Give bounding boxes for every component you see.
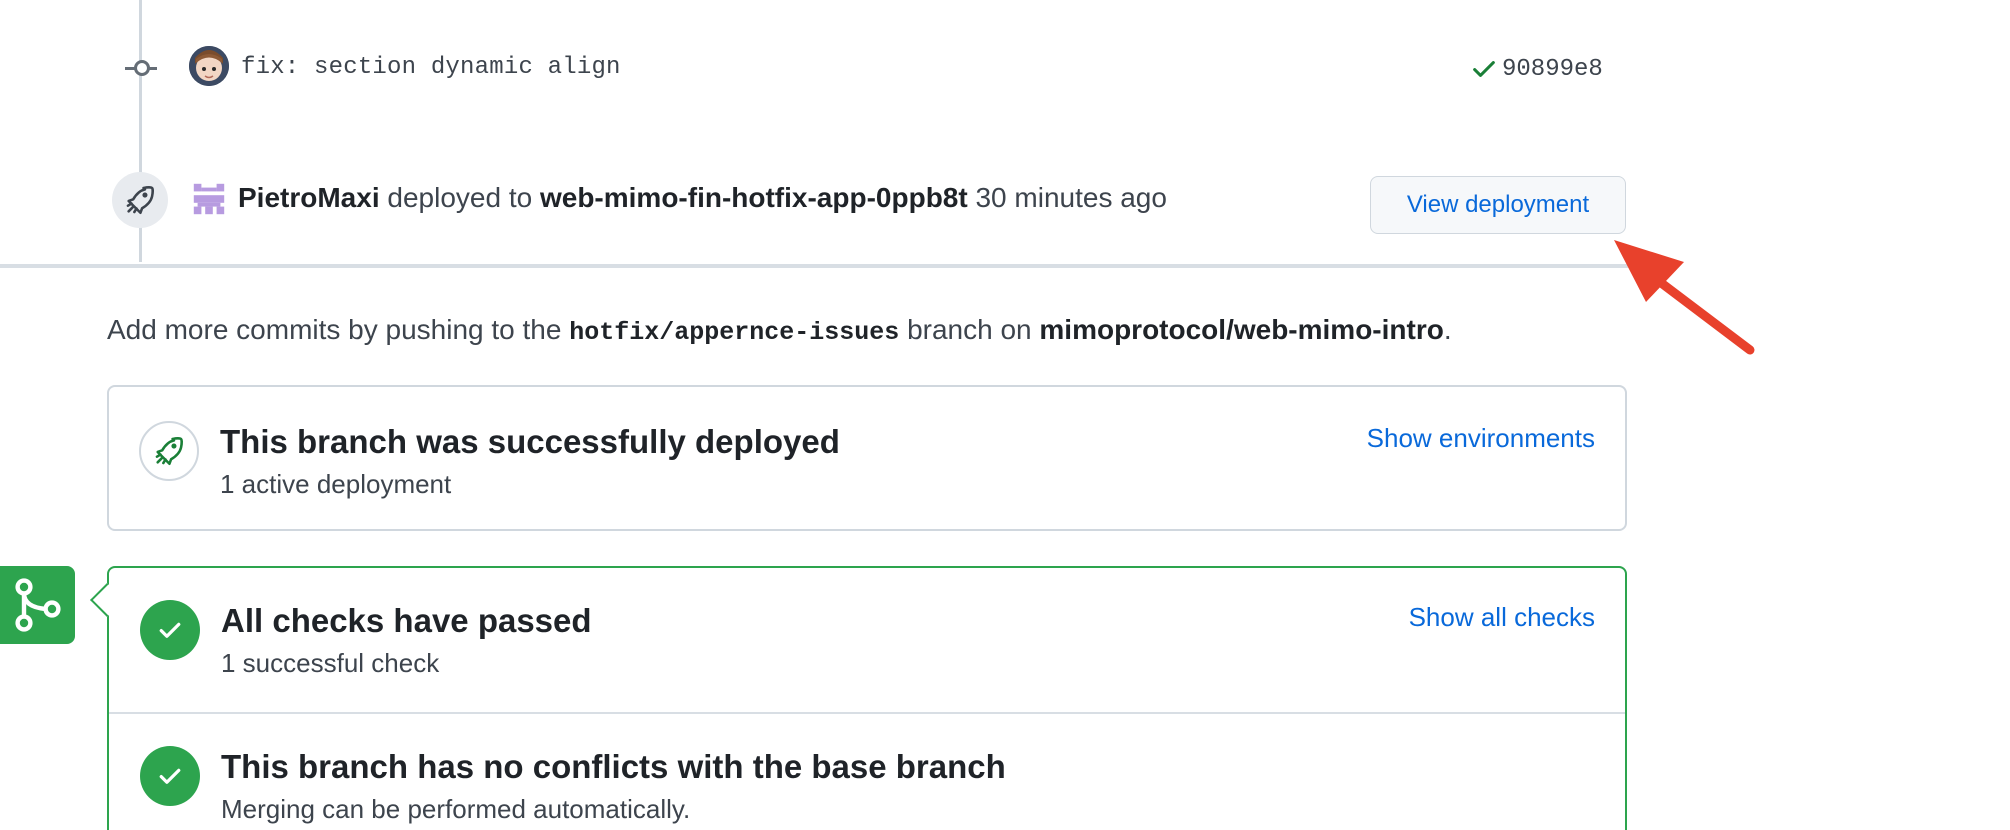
view-deployment-button[interactable]: View deployment	[1370, 176, 1626, 234]
checks-subtitle: 1 successful check	[221, 648, 440, 678]
checks-title: All checks have passed	[221, 602, 592, 639]
show-all-checks-link[interactable]: Show all checks	[1409, 602, 1595, 633]
check-icon	[140, 600, 200, 660]
git-merge-icon	[0, 566, 75, 644]
deploy-status-title: This branch was successfully deployed	[220, 423, 840, 460]
push-info-middle: branch on	[907, 314, 1032, 345]
commit-message[interactable]: fix: section dynamic align	[241, 54, 621, 81]
arrow-annotation-icon	[1614, 240, 1755, 355]
box-caret	[90, 583, 124, 617]
commit-sha[interactable]: 90899e8	[1502, 56, 1603, 83]
rocket-icon	[112, 172, 168, 228]
check-icon	[140, 746, 200, 806]
avatar[interactable]	[189, 46, 229, 86]
commit-status: 90899e8	[1470, 52, 1603, 86]
deploy-status-subtitle: 1 active deployment	[220, 469, 452, 499]
pull-request-timeline: fix: section dynamic align 90899e8 Pietr…	[0, 0, 2010, 830]
commit-row: fix: section dynamic align 90899e8	[0, 40, 1620, 98]
deploy-environment[interactable]: web-mimo-fin-hotfix-app-0ppb8t	[540, 182, 968, 213]
check-icon[interactable]	[1470, 55, 1498, 83]
deploy-time: 30 minutes ago	[975, 182, 1167, 213]
timeline-divider	[0, 264, 1628, 268]
push-info-suffix: .	[1443, 314, 1452, 345]
deployment-status-box: This branch was successfully deployed 1 …	[107, 385, 1627, 531]
avatar[interactable]	[190, 180, 228, 218]
push-info-prefix: Add more commits by pushing to the	[107, 314, 562, 345]
divider	[109, 712, 1625, 714]
deployment-description: PietroMaxi deployed to web-mimo-fin-hotf…	[238, 182, 1167, 214]
deploy-user[interactable]: PietroMaxi	[238, 182, 380, 213]
conflicts-title: This branch has no conflicts with the ba…	[221, 748, 1006, 785]
rocket-icon	[139, 421, 199, 481]
merge-checks-box: All checks have passed 1 successful chec…	[90, 566, 1627, 830]
branch-name[interactable]: hotfix/appernce-issues	[569, 318, 899, 347]
repo-name[interactable]: mimoprotocol/web-mimo-intro	[1039, 314, 1443, 345]
commit-icon	[125, 60, 157, 76]
show-environments-link[interactable]: Show environments	[1367, 423, 1595, 454]
deployment-event: PietroMaxi deployed to web-mimo-fin-hotf…	[0, 168, 1626, 238]
deploy-action: deployed to	[387, 182, 533, 213]
push-info: Add more commits by pushing to the hotfi…	[107, 314, 1452, 347]
conflicts-subtitle: Merging can be performed automatically.	[221, 794, 691, 824]
